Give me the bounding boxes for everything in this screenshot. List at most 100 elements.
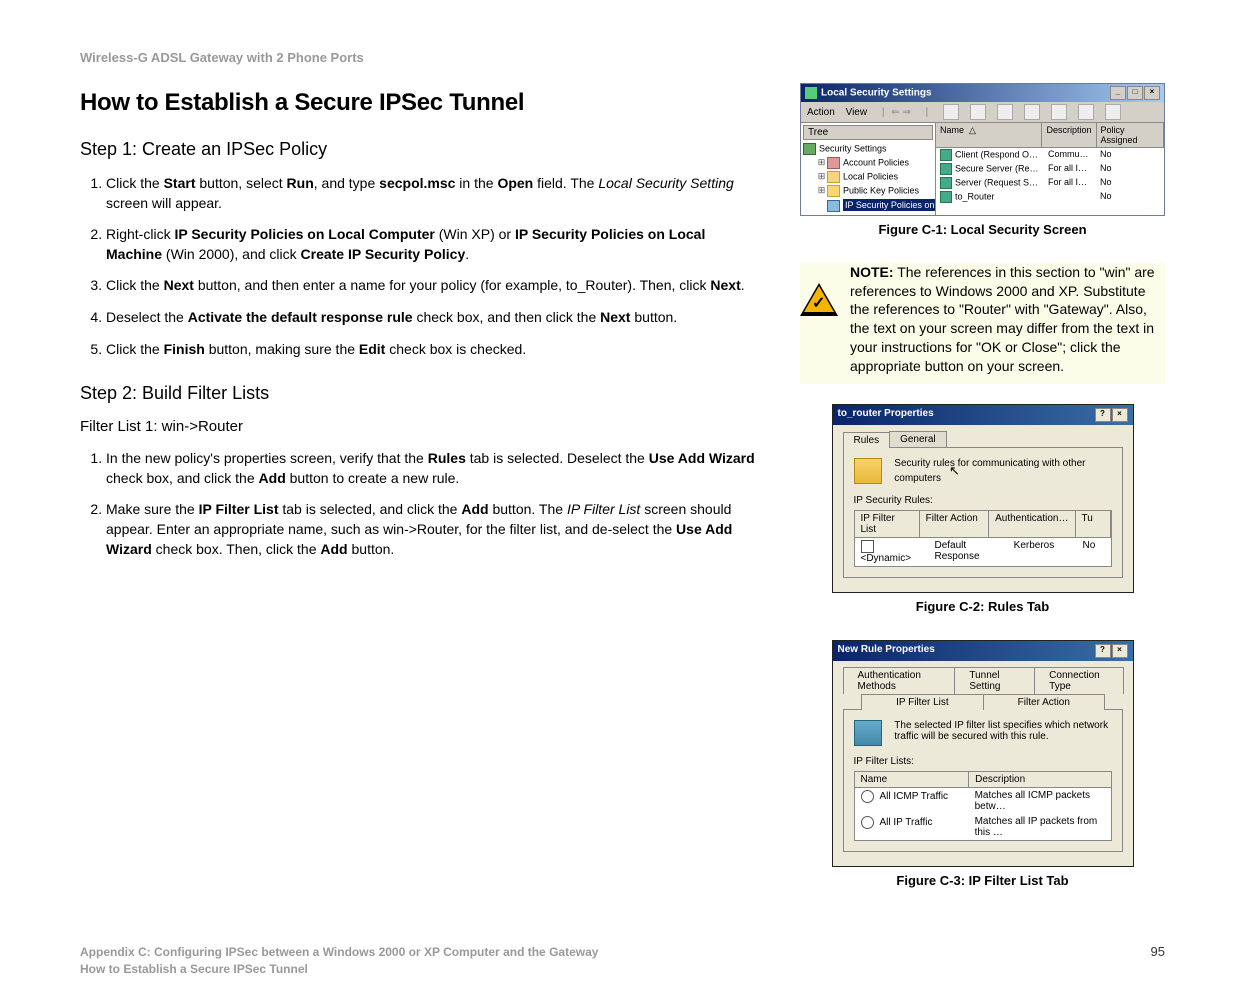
radio[interactable] — [861, 816, 874, 829]
page-title: How to Establish a Secure IPSec Tunnel — [80, 89, 760, 117]
close-button[interactable]: × — [1112, 644, 1128, 658]
toolbar-icon[interactable] — [1078, 104, 1094, 120]
dialog-titlebar: to_router Properties ? × — [833, 405, 1133, 425]
list-item: Click the Next button, and then enter a … — [106, 276, 760, 296]
toolbar-icon[interactable] — [997, 104, 1013, 120]
policy-icon — [827, 200, 840, 212]
tab-auth[interactable]: Authentication Methods — [843, 667, 956, 694]
policy-icon — [940, 177, 952, 189]
list-item: Right-click IP Security Policies on Loca… — [106, 225, 760, 264]
toolbar-icon[interactable] — [970, 104, 986, 120]
grid-row[interactable]: All IP Traffic Matches all IP packets fr… — [855, 814, 1111, 840]
tab-row-bottom: IP Filter List Filter Action — [843, 694, 1123, 710]
figure-c1: Local Security Settings _ □ × Action Vie… — [800, 83, 1165, 237]
warning-icon — [800, 283, 838, 317]
list-row[interactable]: Server (Request Secu…For all IP traffic,… — [936, 176, 1164, 190]
figure-c2: to_router Properties ? × Rules General — [800, 404, 1165, 614]
rules-label: IP Security Rules: — [854, 495, 1112, 506]
note-box: NOTE: The references in this section to … — [800, 263, 1165, 384]
filter-icon — [854, 720, 882, 746]
grid-header: IP Filter List Filter Action Authenticat… — [854, 510, 1112, 538]
product-name: Wireless-G ADSL Gateway with 2 Phone Por… — [80, 50, 1165, 65]
tree-pane: Tree Security Settings ⊞Account Policies… — [801, 123, 936, 215]
figure-caption: Figure C-2: Rules Tab — [800, 599, 1165, 614]
list-header: Name △ Description Policy Assigned — [936, 123, 1164, 148]
list-row[interactable]: Client (Respond Only)Communicate normall… — [936, 148, 1164, 162]
window-title: Local Security Settings — [821, 88, 932, 99]
tree-item[interactable]: ⊞Account Policies — [803, 156, 933, 170]
maximize-button[interactable]: □ — [1127, 86, 1143, 100]
figure-caption: Figure C-1: Local Security Screen — [800, 222, 1165, 237]
page-footer: Appendix C: Configuring IPSec between a … — [80, 944, 1165, 978]
minimize-button[interactable]: _ — [1110, 86, 1126, 100]
list-row[interactable]: Secure Server (Requir…For all IP traffic… — [936, 162, 1164, 176]
toolbar-icon[interactable] — [1024, 104, 1040, 120]
toolbar-icon[interactable] — [1105, 104, 1121, 120]
tree-header: Tree — [803, 125, 933, 140]
list-row[interactable]: to_RouterNo — [936, 190, 1164, 204]
tab-filteraction[interactable]: Filter Action — [983, 694, 1105, 710]
main-content: How to Establish a Secure IPSec Tunnel S… — [80, 83, 760, 914]
figure-caption: Figure C-3: IP Filter List Tab — [800, 873, 1165, 888]
list-item: In the new policy's properties screen, v… — [106, 449, 760, 488]
grid-row[interactable]: <Dynamic> Default Response Kerberos No — [854, 538, 1112, 567]
app-icon — [805, 87, 817, 99]
note-label: NOTE: — [850, 264, 894, 280]
toolbar — [943, 104, 1129, 120]
footer-appendix: Appendix C: Configuring IPSec between a … — [80, 944, 598, 961]
tab-ipfilter[interactable]: IP Filter List — [861, 694, 984, 710]
figure-c3: New Rule Properties ? × Authentication M… — [800, 640, 1165, 888]
shield-icon — [803, 143, 816, 155]
policy-icon — [940, 191, 952, 203]
menu-view[interactable]: View — [846, 107, 868, 118]
help-button[interactable]: ? — [1095, 644, 1111, 658]
tab-conn[interactable]: Connection Type — [1034, 667, 1123, 694]
list-item: Click the Start button, select Run, and … — [106, 174, 760, 213]
help-button[interactable]: ? — [1095, 408, 1111, 422]
dialog-title: New Rule Properties — [838, 644, 935, 658]
to-router-dialog: to_router Properties ? × Rules General — [832, 404, 1134, 593]
close-button[interactable]: × — [1112, 408, 1128, 422]
close-button[interactable]: × — [1144, 86, 1160, 100]
page-number: 95 — [1151, 944, 1165, 959]
folder-icon — [827, 171, 840, 183]
grid-header: Name Description — [855, 772, 1111, 788]
tree-item[interactable]: ⊞Public Key Policies — [803, 184, 933, 198]
local-security-window: Local Security Settings _ □ × Action Vie… — [800, 83, 1165, 216]
toolbar-icon[interactable] — [943, 104, 959, 120]
tree-item-selected[interactable]: ⊞IP Security Policies on Local Machine — [803, 198, 933, 213]
folder-icon — [827, 185, 840, 197]
network-icon — [854, 458, 882, 484]
cursor-icon: ↖ — [949, 463, 960, 479]
policy-icon — [940, 149, 952, 161]
footer-section: How to Establish a Secure IPSec Tunnel — [80, 961, 598, 978]
tree-root[interactable]: Security Settings — [803, 142, 933, 156]
tab-panel: Security rules for communicating with ot… — [843, 447, 1123, 578]
filter-lists-label: IP Filter Lists: — [854, 756, 1112, 767]
figures-column: Local Security Settings _ □ × Action Vie… — [800, 83, 1165, 914]
step2-subheading: Filter List 1: win->Router — [80, 418, 760, 435]
menu-action[interactable]: Action — [807, 107, 835, 118]
tree-item[interactable]: ⊞Local Policies — [803, 170, 933, 184]
step2-list: In the new policy's properties screen, v… — [80, 449, 760, 559]
step1-list: Click the Start button, select Run, and … — [80, 174, 760, 359]
list-item: Make sure the IP Filter List tab is sele… — [106, 500, 760, 559]
tab-tunnel[interactable]: Tunnel Setting — [954, 667, 1035, 694]
dialog-title: to_router Properties — [838, 408, 934, 422]
toolbar-icon[interactable] — [1051, 104, 1067, 120]
step2-heading: Step 2: Build Filter Lists — [80, 383, 760, 404]
panel-desc: Security rules for communicating with ot… — [894, 458, 1108, 485]
policy-icon — [940, 163, 952, 175]
list-pane: Name △ Description Policy Assigned Clien… — [936, 123, 1164, 215]
radio[interactable] — [861, 790, 874, 803]
grid-row[interactable]: All ICMP Traffic Matches all ICMP packet… — [855, 788, 1111, 814]
new-rule-dialog: New Rule Properties ? × Authentication M… — [832, 640, 1134, 867]
tab-rules[interactable]: Rules — [843, 432, 891, 448]
tab-row-top: Authentication Methods Tunnel Setting Co… — [843, 667, 1123, 694]
tab-panel: The selected IP filter list specifies wh… — [843, 709, 1123, 852]
step1-heading: Step 1: Create an IPSec Policy — [80, 139, 760, 160]
checkbox[interactable] — [861, 540, 874, 553]
note-text: The references in this section to "win" … — [850, 264, 1155, 374]
filter-list-panel: Name Description All ICMP Traffic Matche… — [854, 771, 1112, 841]
tab-general[interactable]: General — [889, 431, 947, 447]
